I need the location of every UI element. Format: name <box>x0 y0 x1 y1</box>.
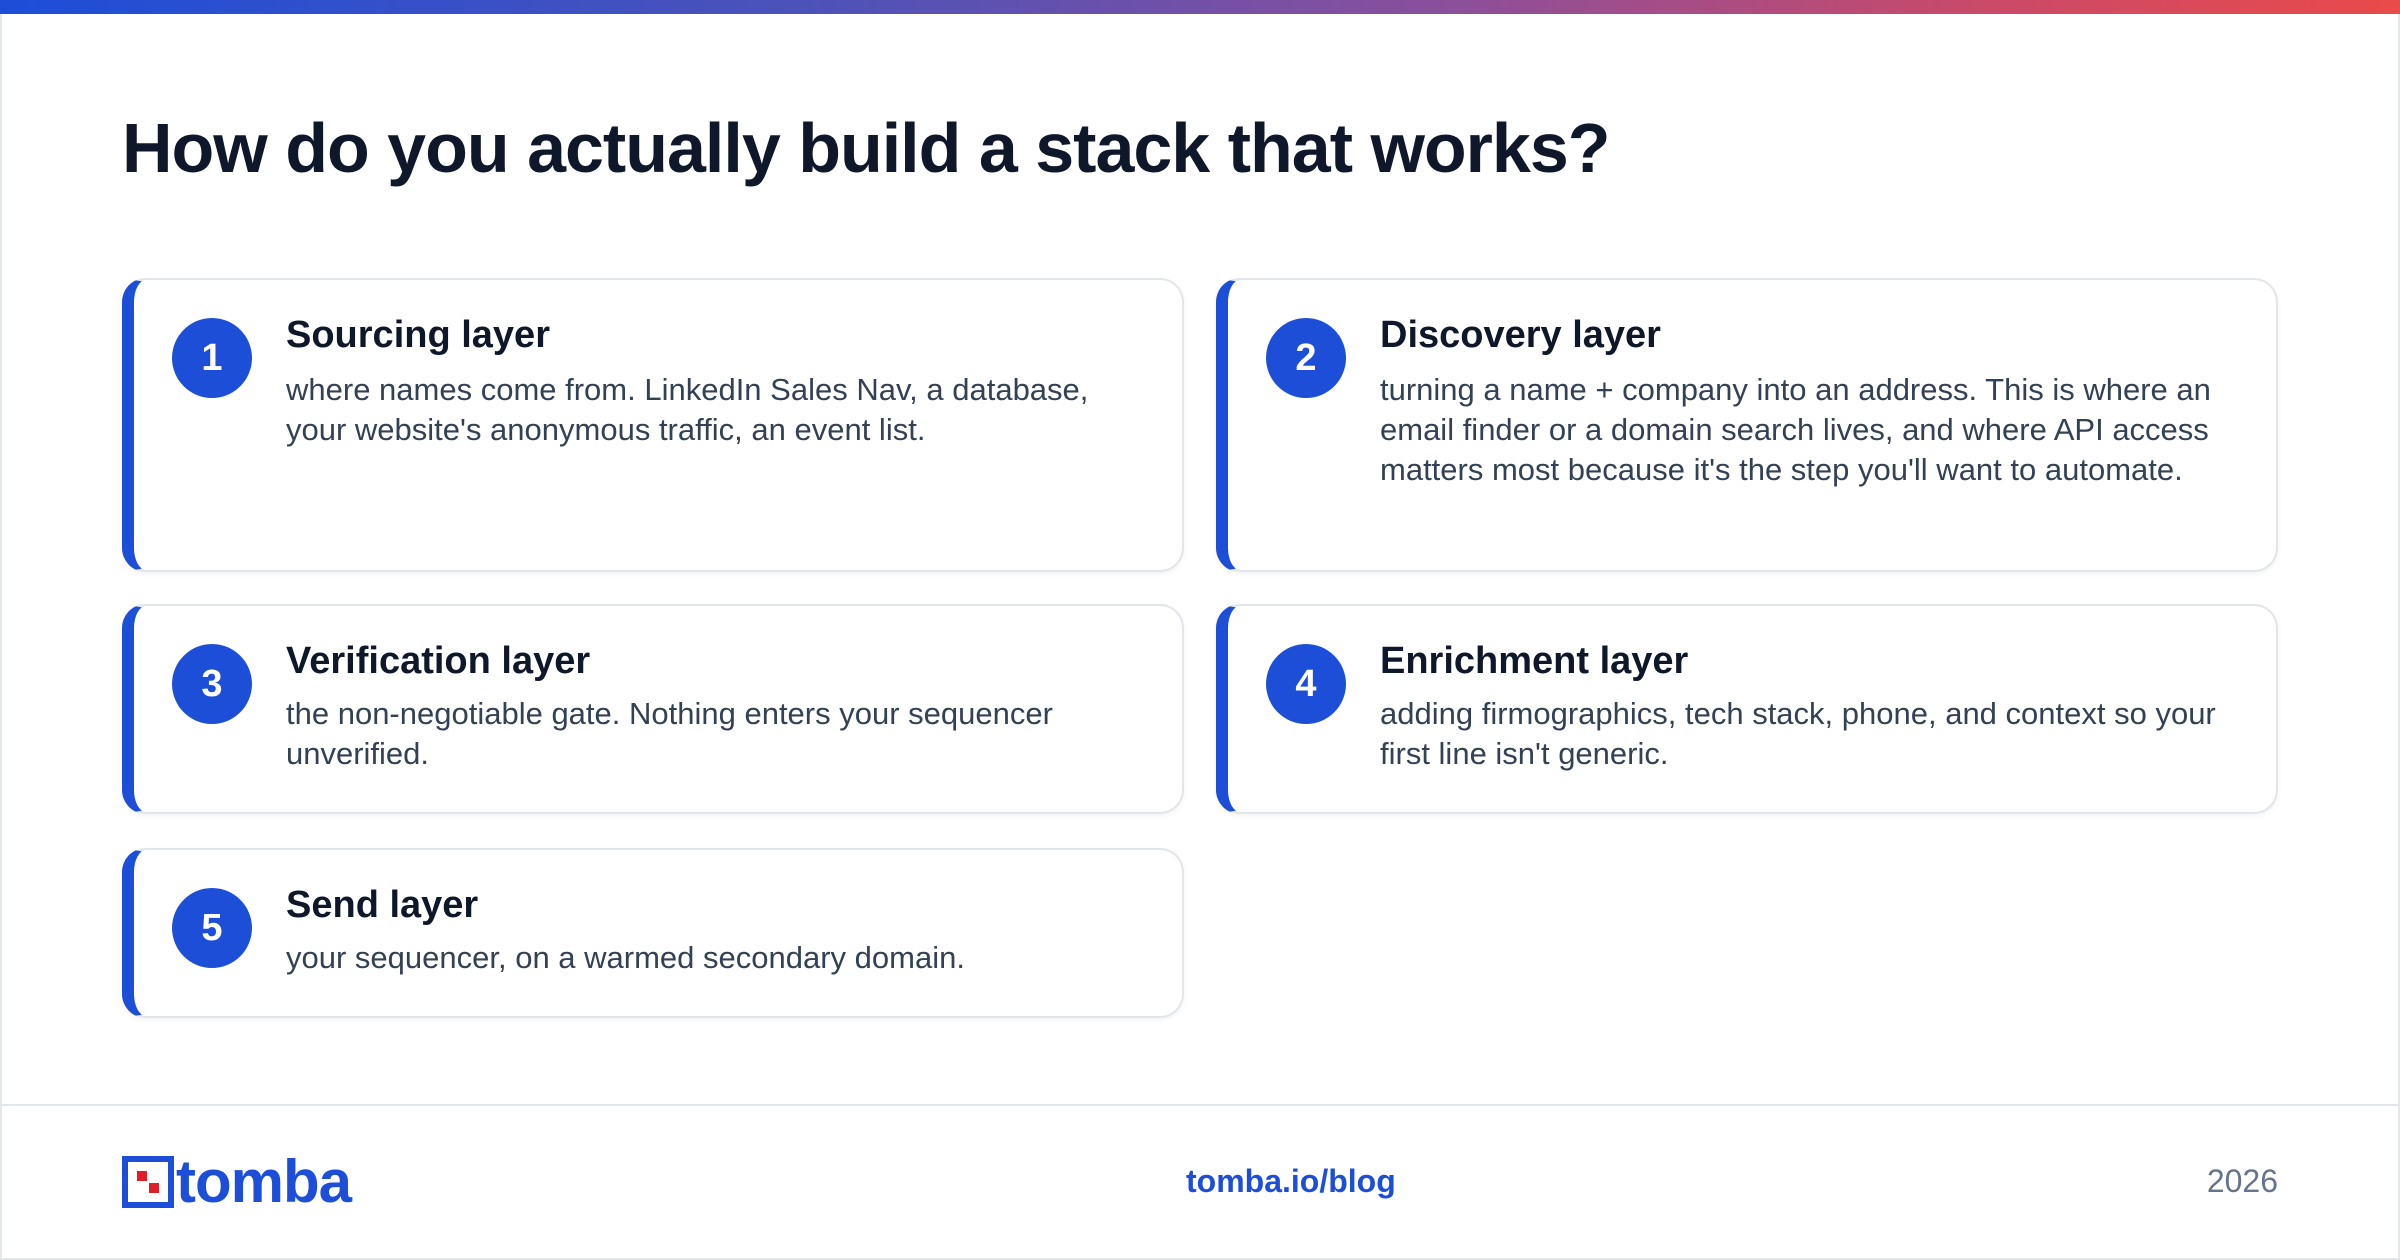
footer-divider <box>0 1104 2400 1106</box>
page-title: How do you actually build a stack that w… <box>122 109 1611 187</box>
layer-description: turning a name + company into an address… <box>1380 372 2211 487</box>
layer-card-send: 5 Send layer your sequencer, on a warmed… <box>122 848 1184 1018</box>
logo-wordmark: tomba <box>176 1148 352 1215</box>
blog-link[interactable]: tomba.io/blog <box>1186 1163 1396 1200</box>
layer-description: your sequencer, on a warmed secondary do… <box>286 940 965 975</box>
layer-title: Send layer <box>286 884 479 926</box>
layer-description: where names come from. LinkedIn Sales Na… <box>286 372 1089 447</box>
layer-card-verification: 3 Verification layer the non-negotiable … <box>122 604 1184 814</box>
footer-year: 2026 <box>2206 1163 2278 1199</box>
layer-card-sourcing: 1 Sourcing layer where names come from. … <box>122 278 1184 572</box>
step-number-badge: 5 <box>172 888 252 968</box>
layer-card-discovery: 2 Discovery layer turning a name + compa… <box>1216 278 2278 572</box>
layer-card-enrichment: 4 Enrichment layer adding firmographics,… <box>1216 604 2278 814</box>
layer-title: Verification layer <box>286 640 591 682</box>
layer-title: Enrichment layer <box>1380 640 1689 682</box>
tomba-logo: tomba <box>122 1148 352 1215</box>
layer-description: the non-negotiable gate. Nothing enters … <box>286 696 1053 771</box>
layer-title: Discovery layer <box>1380 314 1661 356</box>
step-number-badge: 3 <box>172 644 252 724</box>
layer-description: adding firmographics, tech stack, phone,… <box>1380 696 2216 771</box>
step-number-badge: 1 <box>172 318 252 398</box>
step-number-badge: 2 <box>1266 318 1346 398</box>
step-number-badge: 4 <box>1266 644 1346 724</box>
layer-title: Sourcing layer <box>286 314 550 356</box>
gradient-top-bar <box>0 0 2400 14</box>
tomba-logo-icon <box>122 1156 174 1208</box>
